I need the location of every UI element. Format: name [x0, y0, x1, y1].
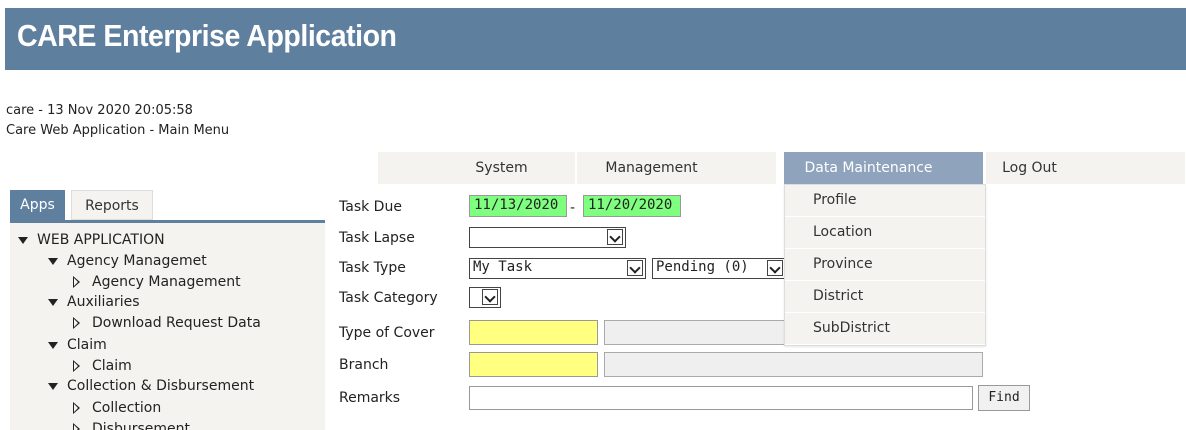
task-type-select[interactable]: My Task — [469, 258, 646, 279]
tree-item-download-request-data[interactable]: Download Request Data — [73, 315, 261, 331]
remarks-field[interactable] — [469, 386, 973, 410]
tree-group-label: Claim — [67, 337, 107, 353]
data-maintenance-dropdown: Profile Location Province District SubDi… — [784, 184, 986, 346]
task-type-label: Task Type — [339, 260, 406, 276]
page-subtitle: Care Web Application - Main Menu — [6, 123, 230, 138]
tree-item-claim[interactable]: Claim — [73, 358, 132, 374]
app-title: CARE Enterprise Application — [17, 18, 397, 53]
tree-group-claim[interactable]: Claim — [48, 337, 107, 353]
chevron-down-icon — [627, 260, 643, 276]
task-category-label: Task Category — [339, 290, 438, 306]
chevron-down-icon — [767, 260, 783, 276]
tree-root[interactable]: WEB APPLICATION — [18, 232, 165, 248]
tab-apps[interactable]: Apps — [10, 190, 65, 220]
tree-item-agency-management[interactable]: Agency Management — [73, 274, 241, 290]
leaf-icon — [73, 360, 80, 372]
expanded-icon — [48, 341, 58, 349]
tree-group-label: Collection & Disbursement — [67, 378, 255, 394]
tree-group-auxiliaries[interactable]: Auxiliaries — [48, 294, 140, 310]
menu-log-out[interactable]: Log Out — [986, 152, 1186, 184]
expanded-icon — [18, 236, 28, 244]
tree-item-collection[interactable]: Collection — [73, 400, 161, 416]
menu-system[interactable]: System — [378, 152, 576, 184]
branch-description-field — [604, 352, 983, 377]
dropdown-item-profile[interactable]: Profile — [785, 185, 985, 217]
tree-root-label: WEB APPLICATION — [37, 232, 165, 248]
task-due-to-field[interactable]: 11/20/2020 — [583, 195, 681, 217]
task-status-select[interactable]: Pending (0) — [652, 258, 786, 279]
chevron-down-icon — [607, 229, 623, 245]
tree-item-label: Claim — [92, 358, 132, 374]
branch-label: Branch — [339, 357, 389, 373]
leaf-icon — [73, 276, 80, 288]
task-lapse-select[interactable] — [469, 227, 626, 248]
session-info: care - 13 Nov 2020 20:05:58 — [6, 103, 193, 118]
navigation-tree: WEB APPLICATION Agency Managemet Agency … — [10, 220, 325, 430]
find-button[interactable]: Find — [978, 385, 1030, 411]
dropdown-item-subdistrict[interactable]: SubDistrict — [785, 313, 985, 345]
branch-code-field[interactable] — [469, 352, 598, 377]
remarks-label: Remarks — [339, 390, 401, 406]
leaf-icon — [73, 402, 80, 414]
tree-item-label: Collection — [92, 400, 162, 416]
leaf-icon — [73, 317, 80, 329]
menu-management[interactable]: Management — [577, 152, 777, 184]
dropdown-item-province[interactable]: Province — [785, 249, 985, 281]
dropdown-item-district[interactable]: District — [785, 281, 985, 313]
tree-group-agency[interactable]: Agency Managemet — [48, 253, 207, 269]
task-due-label: Task Due — [339, 199, 402, 215]
expanded-icon — [48, 382, 58, 390]
date-separator: - — [570, 200, 576, 216]
tab-reports[interactable]: Reports — [71, 190, 153, 220]
task-due-from-field[interactable]: 11/13/2020 — [469, 195, 567, 217]
task-type-value: My Task — [473, 259, 533, 275]
tree-item-label: Download Request Data — [92, 315, 261, 331]
app-header: CARE Enterprise Application — [5, 8, 1186, 70]
task-status-value: Pending (0) — [656, 259, 749, 275]
tree-group-label: Agency Managemet — [67, 253, 207, 269]
expanded-icon — [48, 257, 58, 265]
task-category-select[interactable] — [469, 287, 501, 308]
dropdown-item-location[interactable]: Location — [785, 217, 985, 249]
task-lapse-label: Task Lapse — [339, 230, 415, 246]
tree-item-label: Agency Management — [92, 274, 241, 290]
tree-group-collection-disbursement[interactable]: Collection & Disbursement — [48, 378, 254, 394]
type-of-cover-code-field[interactable] — [469, 320, 598, 345]
tree-group-label: Auxiliaries — [67, 294, 140, 310]
expanded-icon — [48, 298, 58, 306]
tree-item-disbursement[interactable]: Disbursement — [73, 421, 190, 430]
tree-item-label: Disbursement — [92, 421, 190, 430]
chevron-down-icon — [482, 289, 498, 305]
menu-data-maintenance[interactable]: Data Maintenance — [784, 152, 984, 184]
type-of-cover-label: Type of Cover — [339, 325, 435, 341]
